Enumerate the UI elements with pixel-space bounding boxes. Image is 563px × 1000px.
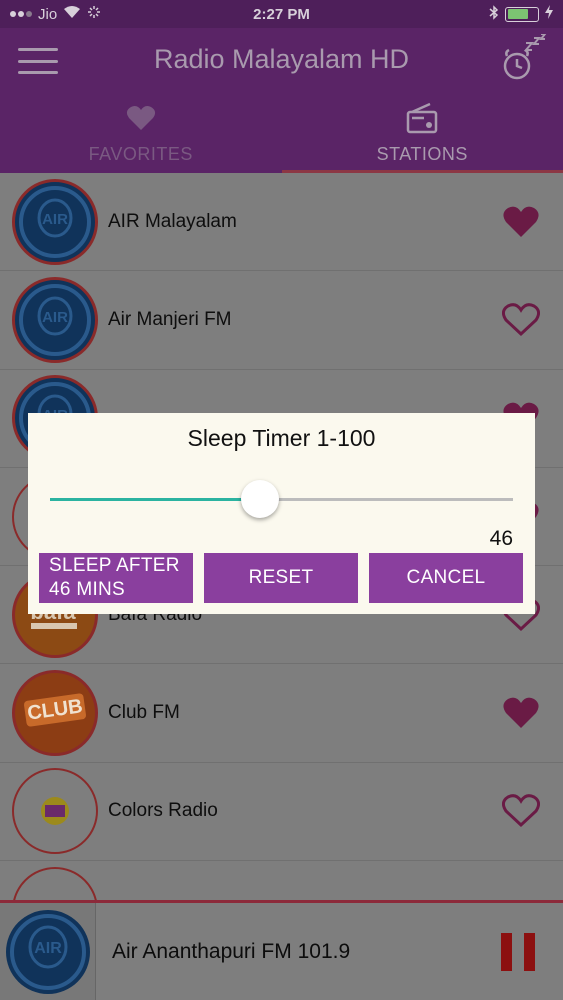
slider-value: 46 bbox=[489, 527, 513, 550]
slider-fill bbox=[50, 498, 261, 501]
station-item[interactable]: AIR AIR Malayalam bbox=[0, 173, 563, 272]
colors-radio-logo bbox=[12, 768, 98, 855]
now-playing-bar[interactable]: AIR Air Ananthapuri FM 101.9 bbox=[0, 900, 563, 1000]
status-time: 2:27 PM bbox=[253, 5, 310, 23]
station-logo bbox=[12, 866, 98, 900]
heart-outline-icon bbox=[502, 303, 540, 336]
battery-fill bbox=[507, 9, 528, 19]
app-header: Radio Malayalam HD FAVORITES STATIONS bbox=[0, 28, 563, 173]
sleep-after-line1: SLEEP AFTER bbox=[49, 555, 180, 576]
favorite-toggle[interactable] bbox=[501, 791, 541, 831]
now-playing-title: Air Ananthapuri FM 101.9 bbox=[112, 939, 351, 963]
status-right bbox=[353, 4, 553, 24]
wifi-icon bbox=[63, 5, 81, 23]
station-item[interactable] bbox=[0, 861, 563, 900]
status-left: Jio bbox=[10, 5, 210, 23]
air-logo: AIR bbox=[12, 178, 98, 265]
battery-icon bbox=[505, 6, 539, 22]
air-logo-text: AIR bbox=[42, 211, 68, 228]
heart-filled-icon bbox=[503, 697, 539, 729]
dialog-title: Sleep Timer 1-100 bbox=[187, 425, 376, 451]
bluetooth-icon bbox=[489, 4, 499, 24]
slider-thumb[interactable] bbox=[241, 480, 280, 518]
loading-icon bbox=[87, 5, 101, 23]
alarm-clock-icon bbox=[503, 33, 548, 80]
tab-bar: FAVORITES STATIONS bbox=[0, 98, 563, 173]
favorite-toggle[interactable] bbox=[501, 202, 541, 242]
status-bar: Jio 2:27 PM bbox=[0, 0, 563, 28]
tab-stations[interactable]: STATIONS bbox=[281, 98, 563, 173]
air-logo: AIR bbox=[12, 276, 98, 363]
cancel-button[interactable]: CANCEL bbox=[369, 553, 523, 603]
air-logo-text: AIR bbox=[42, 309, 68, 326]
tab-favorites[interactable]: FAVORITES bbox=[0, 98, 282, 173]
pause-icon bbox=[524, 932, 535, 971]
heart-icon bbox=[126, 100, 156, 136]
station-item[interactable]: CLUB Club FM bbox=[0, 664, 563, 763]
tab-stations-label: STATIONS bbox=[376, 144, 468, 164]
tab-favorites-label: FAVORITES bbox=[88, 144, 193, 164]
station-item[interactable]: AIR Air Manjeri FM bbox=[0, 271, 563, 370]
favorite-toggle[interactable] bbox=[501, 300, 541, 340]
dialog-buttons: SLEEP AFTER 46 MINS RESET CANCEL bbox=[39, 553, 523, 603]
pause-button[interactable] bbox=[501, 932, 535, 971]
air-logo-text: AIR bbox=[34, 940, 62, 957]
station-name: Air Manjeri FM bbox=[108, 308, 232, 330]
favorite-toggle[interactable] bbox=[501, 693, 541, 733]
sleep-timer-button[interactable] bbox=[499, 33, 549, 84]
station-name: Colors Radio bbox=[108, 800, 218, 822]
now-playing-logo: AIR bbox=[0, 903, 96, 1000]
station-name: Club FM bbox=[108, 702, 180, 724]
reset-button[interactable]: RESET bbox=[204, 553, 358, 603]
station-item[interactable]: Colors Radio bbox=[0, 763, 563, 862]
pause-icon bbox=[501, 932, 512, 971]
carrier-name: Jio bbox=[38, 5, 58, 23]
heart-outline-icon bbox=[502, 794, 540, 828]
sleep-after-button[interactable]: SLEEP AFTER 46 MINS bbox=[39, 553, 193, 603]
heart-filled-icon bbox=[503, 206, 539, 237]
app-title: Radio Malayalam HD bbox=[153, 44, 410, 74]
club-logo-text: CLUB bbox=[26, 695, 84, 725]
sleep-after-line2: 46 MINS bbox=[49, 579, 126, 600]
sleep-timer-dialog: Sleep Timer 1-100 46 SLEEP AFTER 46 MINS… bbox=[28, 413, 535, 614]
radio-icon bbox=[406, 100, 438, 136]
signal-icon bbox=[10, 6, 32, 23]
station-name: AIR Malayalam bbox=[108, 210, 237, 232]
club-fm-logo: CLUB bbox=[12, 670, 98, 757]
sleep-timer-slider[interactable] bbox=[50, 480, 513, 518]
charging-icon bbox=[545, 5, 553, 23]
